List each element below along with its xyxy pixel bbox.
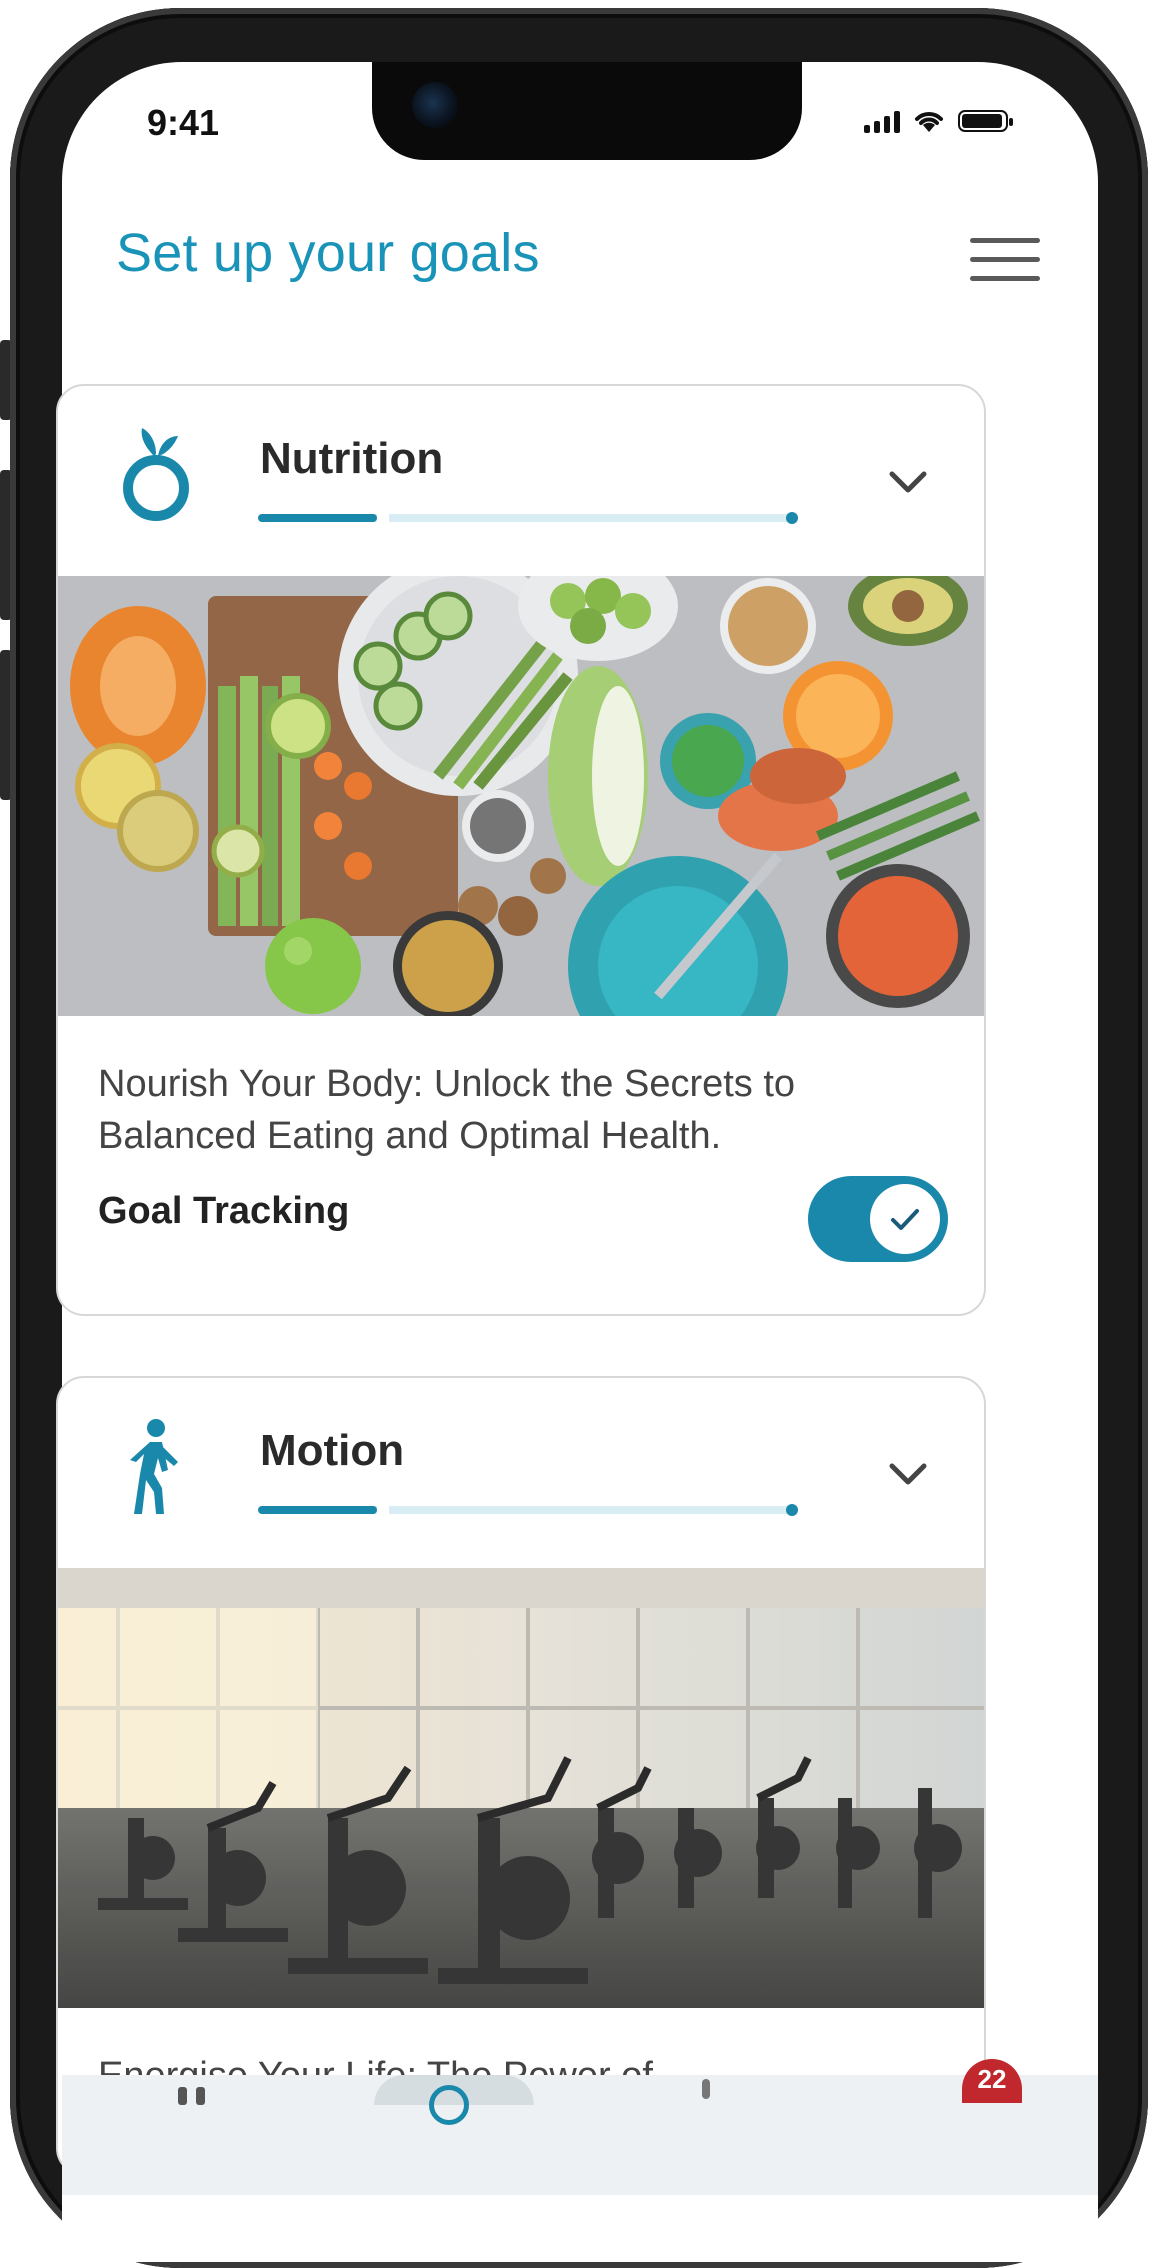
nutrition-icon xyxy=(123,428,189,521)
card-header[interactable]: Nutrition xyxy=(58,386,984,576)
status-time: 9:41 xyxy=(147,102,220,143)
check-icon xyxy=(891,1209,919,1230)
notch xyxy=(372,62,802,160)
nav-activity-icon[interactable] xyxy=(702,2079,710,2099)
card-footer: Goal Tracking xyxy=(58,1162,984,1302)
nutrition-card: Nutrition Nourish Your Body: Unlock the … xyxy=(56,384,986,1316)
gym-image xyxy=(58,1568,984,2008)
chevron-down-icon[interactable] xyxy=(878,452,938,512)
battery-icon xyxy=(958,110,1013,132)
card-description: Nourish Your Body: Unlock the Secrets to… xyxy=(98,1063,796,1157)
walking-person-icon xyxy=(130,1419,178,1514)
card-title: Motion xyxy=(260,1426,405,1475)
target-icon xyxy=(429,2085,469,2125)
menu-icon[interactable] xyxy=(970,238,1040,286)
phone-frame: 9:41 Set up your goals Nutrition Nourish… xyxy=(0,0,1158,2268)
notification-badge: 22 xyxy=(977,2064,1007,2094)
nav-home-icon[interactable] xyxy=(172,2075,212,2105)
motion-card: Motion xyxy=(56,1376,986,2176)
nutrition-progress xyxy=(258,512,798,524)
bottom-navigation: 22 xyxy=(62,2059,1098,2195)
wifi-icon xyxy=(915,112,943,132)
goal-tracking-label: Goal Tracking xyxy=(98,1190,350,1232)
status-icons xyxy=(864,108,1013,134)
goal-tracking-toggle[interactable] xyxy=(808,1176,948,1262)
card-header[interactable]: Motion xyxy=(58,1378,984,1568)
nav-goals-tab[interactable] xyxy=(374,2075,534,2125)
chevron-down-icon[interactable] xyxy=(878,1444,938,1504)
motion-progress xyxy=(258,1504,798,1516)
card-title: Nutrition xyxy=(260,434,444,483)
cellular-signal-icon xyxy=(864,109,900,133)
page-title: Set up your goals xyxy=(116,223,540,283)
nutrition-image xyxy=(58,576,984,1016)
toggle-knob xyxy=(870,1184,940,1254)
front-camera xyxy=(412,82,458,128)
